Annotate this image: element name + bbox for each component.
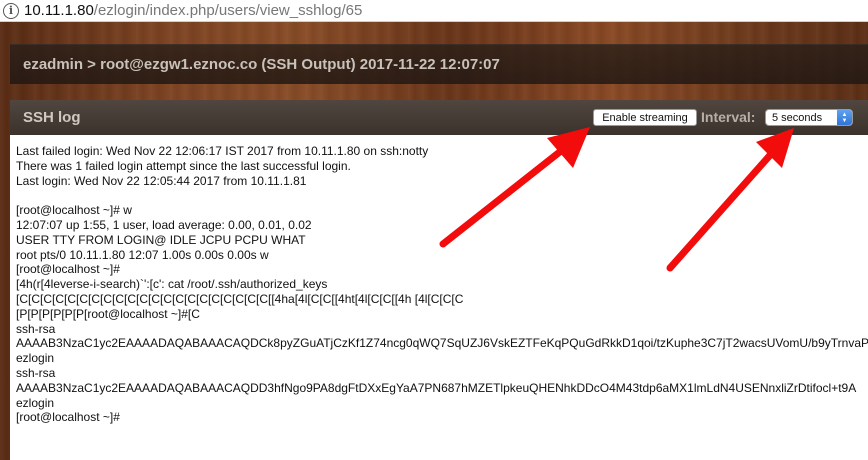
log-line: [4h(r[4leverse-i-search)`':[c': cat /roo… (16, 277, 328, 292)
panel-header: SSH log Enable streaming Interval: 5 sec… (10, 100, 868, 135)
log-line: AAAAB3NzaC1yc2EAAAADAQABAAACAQDD3hfNgo9P… (16, 380, 857, 395)
log-line: ezlogin (16, 351, 55, 366)
log-line: Last failed login: Wed Nov 22 12:06:17 I… (16, 144, 429, 158)
enable-streaming-button[interactable]: Enable streaming (593, 109, 697, 126)
log-line: 12:07:07 up 1:55, 1 user, load average: … (16, 217, 312, 232)
log-line: [root@localhost ~]# (16, 262, 120, 277)
log-line: There was 1 failed login attempt since t… (16, 158, 351, 173)
log-line: root pts/0 10.11.1.80 12:07 1.00s 0.00s … (16, 247, 269, 262)
interval-selected-value: 5 seconds (772, 111, 823, 124)
panel-title: SSH log (23, 109, 81, 126)
log-line: Last login: Wed Nov 22 12:05:44 2017 fro… (16, 173, 307, 188)
log-line: [P[P[P[P[P[P[root@localhost ~]#[C (16, 306, 200, 321)
chevron-updown-icon: ▲ ▼ (837, 110, 852, 125)
ssh-log-output: Last failed login: Wed Nov 22 12:06:17 I… (10, 135, 868, 425)
ssh-log-panel: SSH log Enable streaming Interval: 5 sec… (10, 100, 868, 460)
url-path: /ezlogin/index.php/users/view_sshlog/65 (93, 2, 363, 19)
log-line: ssh-rsa (16, 365, 56, 380)
page-title: ezadmin > root@ezgw1.eznoc.co (SSH Outpu… (23, 56, 500, 73)
interval-select[interactable]: 5 seconds ▲ ▼ (765, 109, 853, 126)
log-line: [root@localhost ~]# (16, 410, 120, 425)
info-icon[interactable]: i (3, 2, 19, 19)
log-line: ezlogin (16, 395, 55, 410)
log-line: [C[C[C[C[C[C[C[C[C[C[C[C[C[C[C[C[C[C[C[C… (16, 291, 464, 306)
log-line: AAAAB3NzaC1yc2EAAAADAQABAAACAQDCk8pyZGuA… (16, 336, 868, 351)
log-line: ssh-rsa (16, 321, 56, 336)
log-line: [root@localhost ~]# w (16, 203, 132, 218)
interval-label: Interval: (701, 109, 756, 125)
page-header: ezadmin > root@ezgw1.eznoc.co (SSH Outpu… (10, 44, 868, 84)
address-bar[interactable]: i 10.11.1.80/ezlogin/index.php/users/vie… (0, 0, 868, 22)
log-line: USER TTY FROM LOGIN@ IDLE JCPU PCPU WHAT (16, 232, 306, 247)
url-host: 10.11.1.80 (24, 2, 94, 19)
